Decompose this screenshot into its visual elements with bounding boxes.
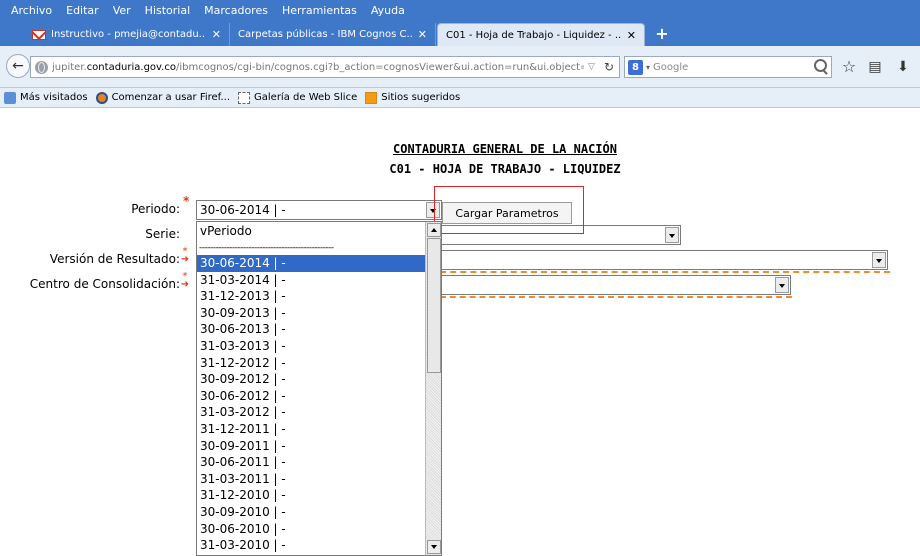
periodo-select-value: 30-06-2014 | - [200, 203, 286, 217]
bookmarks-list-icon[interactable]: ▤ [864, 56, 886, 78]
list-item[interactable]: 30-06-2010 | - [197, 521, 425, 538]
search-icon[interactable] [811, 57, 831, 77]
required-dashed-underline [430, 271, 890, 273]
scroll-down-arrow-icon[interactable] [427, 540, 441, 554]
list-header: vPeriodo [200, 224, 252, 238]
list-item[interactable]: 31-12-2013 | - [197, 288, 425, 305]
tab-label: Carpetas públicas - IBM Cognos C... [238, 29, 412, 40]
close-icon[interactable]: ✕ [212, 28, 221, 41]
centro-label: Centro de Consolidación: [29, 277, 180, 291]
chevron-down-icon[interactable]: ▾ [646, 63, 650, 72]
scrollbar-thumb[interactable] [427, 238, 441, 373]
list-item[interactable]: 31-12-2011 | - [197, 421, 425, 438]
webslice-icon [238, 91, 251, 104]
downloads-icon[interactable]: ⬇ [892, 56, 914, 78]
tab-instructivo[interactable]: Instructivo - pmejia@contadu... ✕ [24, 23, 230, 46]
list-item[interactable]: 31-03-2013 | - [197, 338, 425, 355]
bookmark-sitios-sugeridos[interactable]: Sitios sugeridos [365, 91, 460, 104]
url-text: jupiter.contaduria.gov.co/ibmcognos/cgi-… [52, 61, 585, 73]
periodo-dropdown-list[interactable]: vPeriodo --------------------------------… [196, 221, 442, 556]
list-item[interactable]: 30-06-2011 | - [197, 454, 425, 471]
list-item[interactable]: 30-06-2014 | - [197, 255, 425, 272]
list-item[interactable]: 31-03-2014 | - [197, 272, 425, 289]
centro-select[interactable] [426, 275, 791, 295]
menu-bar: Archivo Editar Ver Historial Marcadores … [0, 0, 920, 20]
list-item[interactable]: 30-09-2011 | - [197, 438, 425, 455]
list-item[interactable]: 30-06-2012 | - [197, 388, 425, 405]
version-label: Versión de Resultado: [49, 252, 180, 266]
new-tab-button[interactable]: + [652, 24, 672, 44]
cargar-parametros-button[interactable]: Cargar Parametros [442, 202, 572, 224]
list-item[interactable]: 31-12-2012 | - [197, 355, 425, 372]
search-input[interactable]: 8 ▾ Google [624, 56, 832, 78]
url-bar[interactable]: jupiter.contaduria.gov.co/ibmcognos/cgi-… [30, 56, 620, 78]
close-icon[interactable]: ✕ [627, 29, 636, 42]
menu-editar[interactable]: Editar [59, 4, 106, 17]
menu-marcadores[interactable]: Marcadores [197, 4, 275, 17]
menu-historial[interactable]: Historial [138, 4, 197, 17]
firefox-icon [95, 91, 108, 104]
bookmark-star-icon[interactable]: ☆ [838, 56, 860, 78]
suggested-icon [365, 91, 378, 104]
list-item[interactable]: 30-09-2012 | - [197, 371, 425, 388]
bookmark-mas-visitados[interactable]: Más visitados [4, 91, 88, 104]
list-item[interactable]: 31-03-2012 | - [197, 404, 425, 421]
menu-ver[interactable]: Ver [106, 4, 138, 17]
serie-label: Serie: [145, 227, 180, 241]
navigation-bar: ← jupiter.contaduria.gov.co/ibmcognos/cg… [0, 46, 920, 88]
gmail-icon [32, 29, 46, 40]
version-select[interactable] [426, 250, 888, 270]
menu-ayuda[interactable]: Ayuda [364, 4, 412, 17]
page-title: CONTADURIA GENERAL DE LA NACIÓN [393, 142, 617, 156]
menu-archivo[interactable]: Archivo [4, 4, 59, 17]
list-item[interactable]: 30-09-2013 | - [197, 305, 425, 322]
reload-icon[interactable]: ↻ [599, 60, 619, 74]
list-item[interactable]: 30-06-2013 | - [197, 321, 425, 338]
tab-carpetas-publicas[interactable]: Carpetas públicas - IBM Cognos C... ✕ [230, 23, 436, 46]
bookmark-galeria-web-slice[interactable]: Galería de Web Slice [238, 91, 357, 104]
tab-hoja-de-trabajo[interactable]: C01 - Hoja de Trabajo - Liquidez - ... ✕ [437, 23, 645, 46]
scroll-up-arrow-icon[interactable] [427, 223, 441, 237]
list-item[interactable]: 31-12-2010 | - [197, 487, 425, 504]
page-subtitle: C01 - HOJA DE TRABAJO - LIQUIDEZ [389, 162, 621, 176]
chevron-down-icon[interactable] [872, 252, 886, 268]
list-separator: ----------------------------------------… [199, 243, 334, 253]
scrollbar[interactable] [425, 222, 441, 555]
required-star-icon: * [183, 194, 190, 208]
back-arrow-icon: ← [12, 58, 24, 74]
list-item[interactable]: 30-09-2010 | - [197, 504, 425, 521]
bookmark-comenzar-firefox[interactable]: Comenzar a usar Firef... [95, 91, 230, 104]
google-icon[interactable]: 8 [628, 59, 643, 75]
menu-herramientas[interactable]: Herramientas [275, 4, 364, 17]
tab-bar: Instructivo - pmejia@contadu... ✕ Carpet… [0, 20, 920, 46]
close-icon[interactable]: ✕ [418, 28, 427, 41]
required-marker-icon: * ➜ [180, 271, 190, 290]
chevron-down-icon[interactable] [775, 277, 789, 293]
required-dashed-underline [430, 296, 792, 298]
list-item[interactable]: 31-03-2011 | - [197, 471, 425, 488]
search-placeholder: Google [653, 61, 689, 73]
url-dropdown-icon[interactable]: ▽ [584, 62, 599, 72]
globe-icon [35, 60, 48, 74]
back-button[interactable]: ← [6, 54, 30, 78]
tab-label: C01 - Hoja de Trabajo - Liquidez - ... [446, 29, 621, 41]
chevron-down-icon[interactable] [665, 227, 679, 243]
periodo-select[interactable]: 30-06-2014 | - [196, 200, 442, 220]
tab-label: Instructivo - pmejia@contadu... [51, 29, 206, 40]
periodo-options: vPeriodo --------------------------------… [197, 222, 425, 554]
required-marker-icon: * ➜ [180, 246, 190, 265]
periodo-label: Periodo: [131, 202, 180, 216]
bookmarks-bar: Más visitados Comenzar a usar Firef... G… [0, 88, 920, 108]
list-item[interactable]: 31-03-2010 | - [197, 537, 425, 554]
most-visited-icon [4, 91, 16, 104]
